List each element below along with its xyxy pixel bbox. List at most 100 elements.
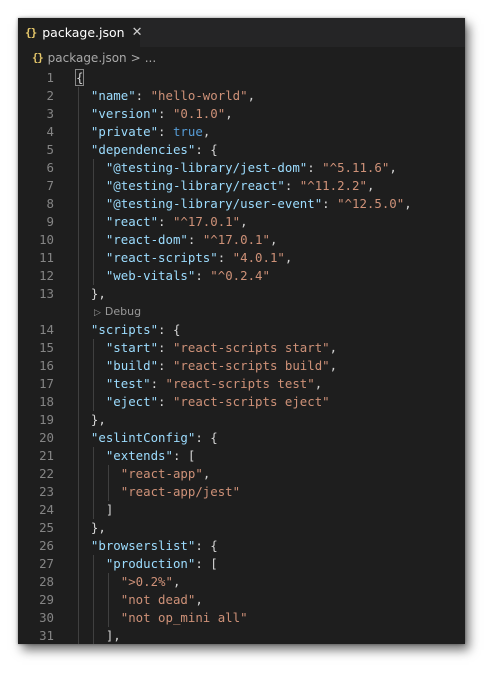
json-punctuation: ,: [314, 376, 323, 391]
code-line[interactable]: 3 "version": "0.1.0",: [18, 105, 465, 123]
code-line[interactable]: 15 "start": "react-scripts start",: [18, 339, 465, 357]
code-line[interactable]: 26 "browserslist": {: [18, 537, 465, 555]
json-punctuation: :: [158, 340, 173, 355]
code-line[interactable]: 19},: [18, 411, 465, 429]
json-string: "4.0.1": [232, 250, 285, 265]
close-icon[interactable]: ✕: [132, 25, 143, 40]
code-line[interactable]: 17 "test": "react-scripts test",: [18, 375, 465, 393]
line-number: 10: [39, 232, 54, 247]
line-number: 29: [39, 592, 54, 607]
code-line[interactable]: 31],: [18, 627, 465, 644]
breadcrumb-more[interactable]: ...: [145, 51, 156, 65]
code-line[interactable]: 10 "react-dom": "^17.0.1",: [18, 231, 465, 249]
debug-codelens[interactable]: ▷ Debug: [94, 304, 141, 320]
code-line[interactable]: 24]: [18, 501, 465, 519]
code-line[interactable]: 27 "production": [: [18, 555, 465, 573]
line-number: 30: [39, 610, 54, 625]
code-line[interactable]: 8 "@testing-library/user-event": "^12.5.0…: [18, 195, 465, 213]
code-line[interactable]: 22 "react-app",: [18, 465, 465, 483]
code-line[interactable]: 7 "@testing-library/react": "^11.2.2",: [18, 177, 465, 195]
line-number: 31: [39, 628, 54, 643]
code-line[interactable]: 16 "build": "react-scripts build",: [18, 357, 465, 375]
breadcrumb-file[interactable]: package.json: [48, 51, 127, 65]
json-punctuation: {: [74, 69, 85, 86]
code-text: "@testing-library/react": "^11.2.2",: [106, 177, 375, 195]
json-punctuation: ,: [284, 250, 293, 265]
json-punctuation: :: [322, 196, 338, 211]
code-line[interactable]: 21 "extends": [: [18, 447, 465, 465]
json-punctuation: ,: [389, 160, 397, 175]
json-braces-icon: {}: [25, 26, 37, 39]
json-punctuation: : [: [172, 448, 196, 463]
json-key: "@testing-library/user-event": [105, 196, 323, 211]
code-editor[interactable]: ▷ Debug 1{2 "name": "hello-world", 3 "versio…: [18, 69, 465, 644]
json-punctuation: :: [158, 358, 173, 373]
debug-codelens-label: Debug: [104, 305, 142, 318]
json-string: "hello-world": [150, 88, 248, 103]
indent-guide: [107, 465, 109, 501]
code-line[interactable]: 18 "eject": "react-scripts eject": [18, 393, 465, 411]
code-line[interactable]: 11 "react-scripts": "4.0.1",: [18, 249, 465, 267]
json-string: ">0.2%": [120, 574, 173, 589]
code-line[interactable]: 12 "web-vitals": "^0.2.4": [18, 267, 465, 285]
json-key: "extends": [105, 448, 173, 463]
json-punctuation: :: [135, 88, 151, 103]
code-line[interactable]: 4 "private": true,: [18, 123, 465, 141]
json-key: "name": [90, 88, 136, 103]
code-line[interactable]: 23 "react-app/jest": [18, 483, 465, 501]
json-punctuation: : {: [195, 142, 218, 157]
json-key: "@testing-library/jest-dom": [105, 160, 308, 175]
json-key: "react-scripts": [105, 250, 218, 265]
line-number: 5: [46, 142, 54, 157]
indent-guide: [92, 339, 94, 411]
indent-guide: [107, 573, 109, 627]
code-text: "version": "0.1.0",: [91, 105, 233, 123]
code-line[interactable]: 30 "not op_mini all": [18, 609, 465, 627]
play-icon: ▷: [94, 308, 101, 318]
json-string: "react-scripts test": [165, 376, 315, 391]
line-number: 4: [46, 124, 54, 139]
tab-label: package.json: [42, 25, 125, 40]
json-punctuation: ],: [105, 628, 121, 643]
line-number: 8: [46, 196, 54, 211]
json-string: "react-scripts eject": [172, 394, 330, 409]
indent-guide: [92, 159, 94, 285]
code-line[interactable]: 2 "name": "hello-world",: [18, 87, 465, 105]
json-punctuation: ,: [225, 106, 233, 121]
json-string: "not dead": [120, 592, 196, 607]
code-text: "name": "hello-world",: [91, 87, 255, 105]
json-string: "0.1.0": [172, 106, 226, 121]
json-punctuation: ,: [247, 88, 256, 103]
code-line[interactable]: 20 "eslintConfig": {: [18, 429, 465, 447]
code-line[interactable]: 28 ">0.2%",: [18, 573, 465, 591]
code-text: "react-dom": "^17.0.1",: [106, 231, 278, 249]
code-text: {: [74, 69, 85, 87]
json-punctuation: },: [90, 412, 106, 427]
code-line[interactable]: 1{: [18, 69, 465, 87]
code-text: "dependencies": {: [91, 141, 218, 159]
tab-package-json[interactable]: {} package.json ✕: [18, 18, 143, 47]
json-string: "^12.5.0": [337, 196, 405, 211]
json-string: "react-scripts start": [172, 340, 330, 355]
code-line[interactable]: 29 "not dead",: [18, 591, 465, 609]
line-number: 18: [39, 394, 54, 409]
code-line[interactable]: 14 "scripts": {: [18, 321, 465, 339]
code-line[interactable]: 25},: [18, 519, 465, 537]
json-string: "^17.0.1": [172, 214, 241, 229]
code-line[interactable]: 6 "@testing-library/jest-dom": "^5.11.6",: [18, 159, 465, 177]
json-string: "react-app": [120, 466, 203, 481]
json-punctuation: :: [307, 160, 323, 175]
line-number: 7: [46, 178, 54, 193]
json-key: "eject": [105, 394, 159, 409]
code-line[interactable]: 9 "react": "^17.0.1",: [18, 213, 465, 231]
line-number: 11: [39, 250, 54, 265]
tab-bar: {} package.json ✕: [18, 18, 465, 47]
code-line[interactable]: 5 "dependencies": {: [18, 141, 465, 159]
code-text: },: [91, 411, 106, 429]
line-number: 12: [39, 268, 54, 283]
chevron-right-icon: >: [130, 51, 141, 65]
json-key: "react": [105, 214, 159, 229]
code-line[interactable]: 13},: [18, 285, 465, 303]
json-punctuation: },: [90, 286, 106, 301]
json-key: "build": [105, 358, 159, 373]
